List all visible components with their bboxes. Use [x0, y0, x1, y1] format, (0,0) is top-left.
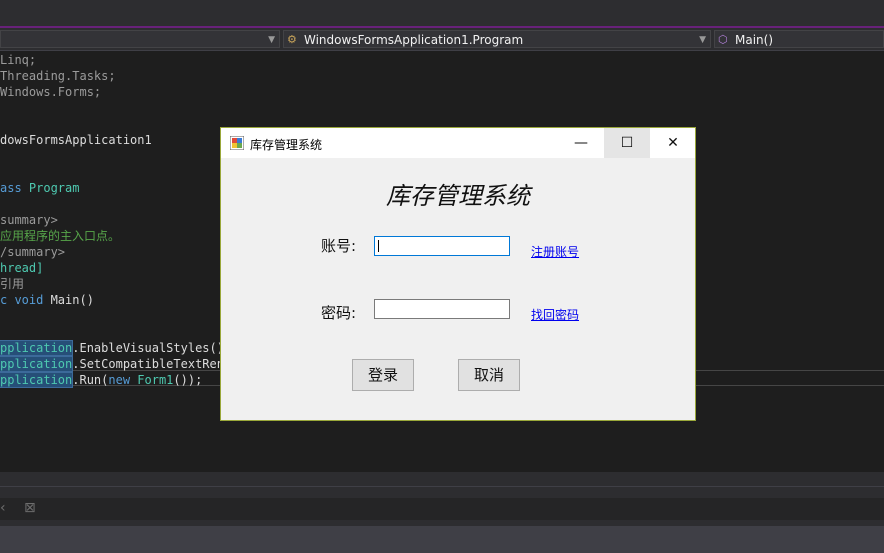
- code-token: summary>: [0, 213, 58, 227]
- class-icon: ⚙: [287, 33, 297, 46]
- chevron-left-icon[interactable]: ‹: [0, 500, 6, 516]
- minimize-button[interactable]: —: [558, 128, 604, 158]
- account-input[interactable]: [374, 236, 510, 256]
- code-line[interactable]: /summary>: [0, 244, 65, 260]
- app-icon: [230, 136, 244, 150]
- code-line[interactable]: Threading.Tasks;: [0, 68, 116, 84]
- window-titlebar[interactable]: 库存管理系统 — ☐ ✕: [221, 128, 695, 158]
- code-token: ass: [0, 181, 29, 195]
- password-label: 密码:: [321, 304, 357, 322]
- forgot-password-link[interactable]: 找回密码: [531, 306, 579, 323]
- code-token: /summary>: [0, 245, 66, 259]
- code-token: Main(): [50, 293, 94, 307]
- method-icon: ⬡: [718, 33, 728, 46]
- code-token: dowsFormsApplication1: [0, 133, 152, 147]
- password-input[interactable]: [374, 299, 510, 319]
- code-token: ());: [173, 373, 203, 387]
- code-line[interactable]: summary>: [0, 212, 58, 228]
- code-token: 引用: [0, 277, 25, 291]
- class-combo-text: WindowsFormsApplication1.Program: [304, 33, 524, 47]
- status-region: [0, 526, 884, 553]
- code-token: .Run(: [72, 373, 109, 387]
- code-token: .EnableVisualStyles();: [72, 341, 232, 355]
- account-label: 账号:: [321, 237, 357, 255]
- login-button[interactable]: 登录: [352, 359, 414, 391]
- code-line[interactable]: 应用程序的主入口点。: [0, 228, 120, 244]
- ide-top-strip: [0, 0, 884, 26]
- clear-all-icon[interactable]: ⊠: [24, 500, 36, 516]
- form-heading: 库存管理系统: [386, 182, 530, 210]
- code-token: Windows.Forms;: [0, 85, 102, 99]
- member-combo-text: Main(): [735, 33, 774, 47]
- code-token: pplication: [0, 356, 74, 372]
- project-combo[interactable]: ▼: [0, 30, 280, 48]
- code-line[interactable]: Windows.Forms;: [0, 84, 101, 100]
- cancel-button[interactable]: 取消: [458, 359, 520, 391]
- login-window: 库存管理系统 — ☐ ✕ 库存管理系统 账号: 注册账号 密码: 找回密码 登录…: [220, 127, 696, 421]
- code-line[interactable]: pplication.EnableVisualStyles();: [0, 340, 231, 356]
- code-line[interactable]: pplication.SetCompatibleTextRend: [0, 356, 231, 372]
- code-token: pplication: [0, 372, 74, 388]
- panel-toolbar: [0, 498, 884, 520]
- window-title: 库存管理系统: [250, 138, 323, 152]
- code-token: Threading.Tasks;: [0, 69, 116, 83]
- chevron-down-icon: ▼: [699, 35, 706, 45]
- code-token: Program: [28, 181, 80, 195]
- code-token: .SetCompatibleTextRend: [72, 357, 232, 371]
- maximize-button[interactable]: ☐: [604, 128, 650, 158]
- code-line[interactable]: dowsFormsApplication1: [0, 132, 152, 148]
- code-line[interactable]: Linq;: [0, 52, 36, 68]
- register-link[interactable]: 注册账号: [531, 243, 579, 260]
- code-token: Linq;: [0, 53, 37, 67]
- member-combo[interactable]: ⬡ Main(): [714, 30, 884, 48]
- panel-divider: [0, 486, 884, 487]
- editor-navigation-bar: ▼ ⚙ WindowsFormsApplication1.Program ▼ ⬡…: [0, 28, 884, 51]
- code-token: new: [108, 373, 138, 387]
- text-caret: [378, 240, 379, 252]
- code-token: void: [14, 293, 51, 307]
- code-line[interactable]: pplication.Run(new Form1());: [0, 372, 202, 388]
- code-line[interactable]: 引用: [0, 276, 24, 292]
- code-token: c: [0, 293, 15, 307]
- chevron-down-icon: ▼: [268, 35, 275, 45]
- class-combo[interactable]: ⚙ WindowsFormsApplication1.Program ▼: [283, 30, 711, 48]
- code-token: Form1: [137, 373, 174, 387]
- code-token: 应用程序的主入口点。: [0, 229, 121, 243]
- code-token: hread]: [0, 261, 44, 275]
- code-token: pplication: [0, 340, 74, 356]
- code-line[interactable]: ass Program: [0, 180, 79, 196]
- close-button[interactable]: ✕: [650, 128, 696, 158]
- code-line[interactable]: c void Main(): [0, 292, 94, 308]
- code-line[interactable]: hread]: [0, 260, 43, 276]
